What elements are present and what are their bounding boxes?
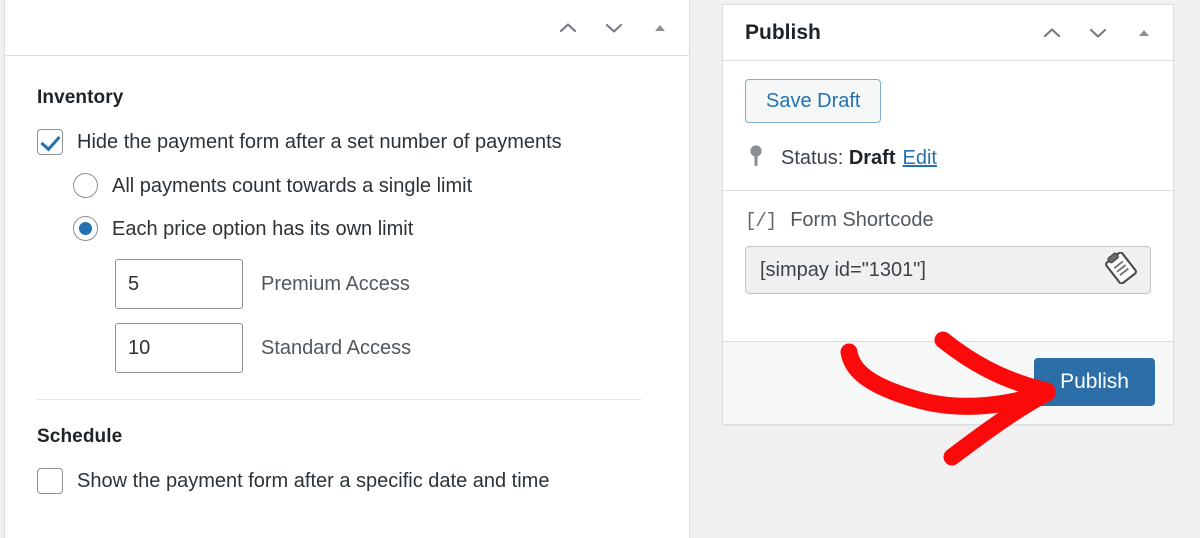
post-status-text: Status: Draft Edit [781, 147, 937, 170]
publish-panel-action-icons [1039, 20, 1157, 46]
standard-access-limit-input[interactable] [115, 323, 243, 373]
publish-panel-title: Publish [745, 20, 821, 44]
form-shortcode-field[interactable]: [simpay id="1301"] [745, 246, 1151, 294]
pin-icon [745, 143, 767, 174]
schedule-enable-row[interactable]: Show the payment form after a specific d… [37, 468, 665, 494]
premium-access-limit-input[interactable] [115, 259, 243, 309]
limit-mode-radio-each[interactable] [73, 216, 98, 241]
price-option-limit-row: Standard Access [115, 323, 665, 373]
chevron-up-icon[interactable] [1039, 20, 1065, 46]
form-settings-body: Inventory Hide the payment form after a … [5, 57, 689, 538]
inventory-enable-row[interactable]: Hide the payment form after a set number… [37, 129, 665, 155]
price-option-limit-row: Premium Access [115, 259, 665, 309]
schedule-heading: Schedule [37, 426, 123, 447]
publish-panel: Publish Save Draft Status: Draft Edit [/… [722, 4, 1174, 425]
publish-panel-footer: Publish [723, 341, 1173, 424]
chevron-down-icon[interactable] [601, 15, 627, 41]
panel-action-icons [555, 15, 673, 41]
editor-screen: Inventory Hide the payment form after a … [0, 0, 1200, 538]
form-shortcode-label: Form Shortcode [790, 209, 934, 231]
inventory-enable-checkbox[interactable] [37, 129, 63, 155]
standard-access-label: Standard Access [261, 336, 412, 359]
triangle-toggle-icon[interactable] [647, 15, 673, 41]
publish-panel-header: Publish [723, 5, 1173, 61]
clipboard-copy-icon[interactable] [1104, 251, 1138, 289]
publish-status-section: Save Draft Status: Draft Edit [723, 61, 1173, 191]
triangle-toggle-icon[interactable] [1131, 20, 1157, 46]
limit-mode-radio-single[interactable] [73, 173, 98, 198]
shortcode-icon: [/] [745, 209, 777, 232]
chevron-down-icon[interactable] [1085, 20, 1111, 46]
form-settings-panel: Inventory Hide the payment form after a … [4, 0, 690, 538]
schedule-section: Schedule Show the payment form after a s… [37, 400, 665, 494]
save-draft-button[interactable]: Save Draft [745, 79, 882, 123]
form-settings-panel-header [5, 0, 689, 56]
inventory-heading: Inventory [37, 87, 124, 108]
status-prefix: Status: [781, 147, 844, 169]
post-status-row: Status: Draft Edit [745, 143, 1151, 174]
limit-mode-label-each: Each price option has its own limit [112, 217, 414, 240]
form-shortcode-label-row: [/] Form Shortcode [745, 209, 1151, 232]
inventory-enable-label: Hide the payment form after a set number… [77, 131, 562, 153]
edit-status-link[interactable]: Edit [903, 147, 937, 169]
limit-mode-label-single: All payments count towards a single limi… [112, 174, 473, 197]
form-shortcode-section: [/] Form Shortcode [simpay id="1301"] [723, 191, 1173, 310]
limit-mode-option-single-row[interactable]: All payments count towards a single limi… [73, 173, 665, 198]
limit-mode-option-each-row[interactable]: Each price option has its own limit [73, 216, 665, 241]
premium-access-label: Premium Access [261, 272, 410, 295]
form-shortcode-value: [simpay id="1301"] [760, 258, 926, 281]
chevron-up-icon[interactable] [555, 15, 581, 41]
publish-button[interactable]: Publish [1034, 358, 1155, 407]
schedule-enable-label: Show the payment form after a specific d… [77, 470, 550, 492]
status-value: Draft [848, 147, 896, 169]
schedule-enable-checkbox[interactable] [37, 468, 63, 494]
